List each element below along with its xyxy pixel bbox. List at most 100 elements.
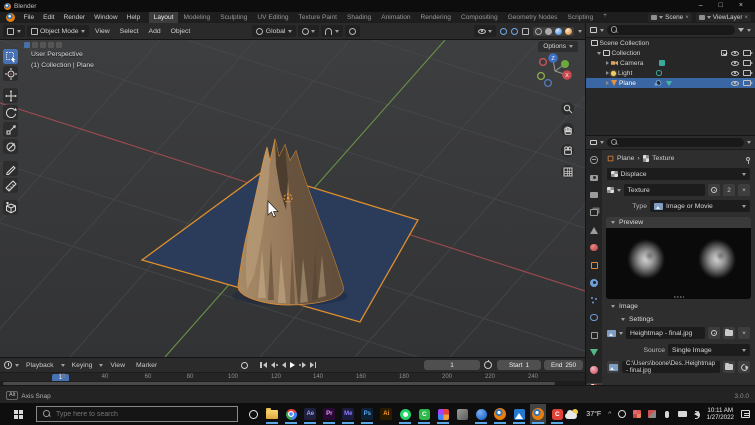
menu-keying[interactable]: Keying	[68, 362, 97, 369]
close-button[interactable]: ×	[739, 0, 743, 12]
stopwatch-icon[interactable]	[484, 359, 492, 369]
menu-window[interactable]: Window	[90, 12, 122, 23]
transform-orientation-dropdown[interactable]: Global	[252, 25, 296, 37]
tab-tool[interactable]	[586, 155, 602, 165]
viewport-3d[interactable]: User Perspective (1) Collection | Plane …	[0, 40, 585, 357]
menu-view[interactable]: View	[91, 28, 114, 35]
disclosure-open-icon[interactable]	[597, 51, 601, 55]
menu-marker[interactable]: Marker	[132, 362, 161, 369]
shading-rendered-icon[interactable]	[565, 27, 572, 35]
app-cortana[interactable]	[245, 404, 261, 424]
shading-material-icon[interactable]	[555, 27, 562, 35]
checkbox-icon[interactable]	[721, 50, 727, 56]
axis-neg-y-ball[interactable]	[536, 71, 546, 81]
tab-material[interactable]	[586, 365, 602, 375]
snapping-toggle[interactable]	[321, 25, 343, 37]
outliner-row-collection[interactable]: Collection	[586, 48, 755, 58]
menu-help[interactable]: Help	[122, 12, 145, 23]
tool-add-cube[interactable]	[3, 200, 18, 215]
previous-keyframe-button[interactable]	[270, 362, 278, 368]
frame-end-field[interactable]: End 250	[544, 360, 583, 370]
disclosure-closed-icon[interactable]	[606, 71, 609, 75]
fake-user-button[interactable]	[708, 327, 720, 339]
axis-neg-z-ball[interactable]	[543, 78, 553, 88]
render-visibility-icon[interactable]	[743, 60, 753, 66]
maximize-button[interactable]: □	[719, 0, 723, 12]
tool-cursor[interactable]	[3, 66, 18, 81]
current-frame-field[interactable]: 1	[424, 360, 480, 370]
navigation-gizmo[interactable]: Z X	[535, 50, 575, 95]
source-dropdown[interactable]: Single Image	[668, 344, 750, 356]
reload-image-button[interactable]	[738, 361, 750, 373]
tab-rendering[interactable]: Rendering	[416, 12, 456, 23]
tray-ring-icon[interactable]	[618, 410, 627, 418]
taskbar-search[interactable]	[36, 406, 239, 422]
play-reverse-button[interactable]	[281, 362, 286, 368]
transform-pivot-dropdown[interactable]	[297, 25, 320, 37]
menu-render[interactable]: Render	[59, 12, 90, 23]
texture-datablock-icon[interactable]	[607, 186, 614, 194]
mini-toggle-icon[interactable]	[40, 42, 46, 48]
hide-eye-icon[interactable]	[731, 80, 739, 86]
app-blender[interactable]	[492, 404, 508, 424]
tool-scale[interactable]	[3, 122, 18, 137]
tray-red-icon[interactable]	[648, 410, 657, 418]
tab-sculpting[interactable]: Sculpting	[215, 12, 252, 23]
image-name-field[interactable]: Heightmap - final.jpg	[626, 327, 705, 339]
preview-panel-header[interactable]: Preview	[606, 217, 751, 228]
texture-type-dropdown[interactable]: Image or Movie	[650, 200, 750, 212]
unlink-button[interactable]: ×	[738, 184, 750, 196]
pan-control[interactable]	[561, 123, 574, 136]
tool-transform[interactable]	[3, 139, 18, 154]
tab-layout[interactable]: Layout	[148, 12, 179, 23]
breadcrumb-object[interactable]: Plane	[617, 155, 634, 162]
chevron-down-icon[interactable]	[578, 29, 582, 33]
app-camtasia-recorder[interactable]: C	[549, 404, 565, 424]
app-premiere[interactable]: Pr	[321, 404, 337, 424]
timeline-ruler[interactable]: 1 40 60 80 100 120 140 160 180 200 220 2…	[0, 372, 585, 382]
mini-toggle-icon[interactable]	[56, 42, 62, 48]
tool-move[interactable]	[3, 88, 18, 103]
menu-object[interactable]: Object	[167, 28, 195, 35]
tray-grid-icon[interactable]	[633, 410, 642, 418]
tab-scripting[interactable]: Scripting	[562, 12, 598, 23]
disclosure-closed-icon[interactable]	[606, 61, 609, 65]
filepath-open-button[interactable]	[723, 361, 735, 373]
tab-particles[interactable]	[586, 295, 602, 305]
mode-dropdown[interactable]: Object Mode	[26, 25, 90, 37]
app-illustrator[interactable]: Ai	[378, 404, 394, 424]
properties-editor-icon[interactable]	[590, 139, 597, 146]
tab-render[interactable]	[586, 173, 602, 183]
tab-uv-editing[interactable]: UV Editing	[252, 12, 293, 23]
menu-select[interactable]: Select	[116, 28, 143, 35]
weather-icon[interactable]	[565, 408, 579, 419]
outliner-display-mode-icon[interactable]	[590, 27, 597, 33]
resize-grip[interactable]	[673, 296, 684, 298]
search-input[interactable]	[56, 410, 216, 418]
tab-object-data[interactable]	[586, 348, 602, 358]
zoom-control[interactable]	[561, 102, 574, 115]
xray-toggle[interactable]	[522, 27, 529, 35]
tab-constraints[interactable]	[586, 330, 602, 340]
app-file-explorer[interactable]	[264, 404, 280, 424]
tool-select-box[interactable]	[3, 49, 18, 64]
app-after-effects[interactable]: Ae	[302, 404, 318, 424]
outliner-search-input[interactable]	[606, 25, 735, 35]
minimize-button[interactable]: –	[699, 0, 703, 12]
mini-toggle-icon[interactable]	[32, 42, 38, 48]
hide-eye-icon[interactable]	[731, 50, 739, 56]
speaker-icon[interactable]	[694, 411, 701, 419]
texture-name-field[interactable]: Texture	[623, 184, 705, 196]
settings-panel-header[interactable]: Settings	[616, 314, 751, 325]
camera-view-control[interactable]	[561, 144, 574, 157]
tool-measure[interactable]	[3, 178, 18, 193]
pin-icon[interactable]	[746, 156, 750, 165]
outliner-row-camera[interactable]: Camera	[586, 58, 755, 68]
tab-shading[interactable]: Shading	[342, 12, 376, 23]
app-camtasia[interactable]: C	[416, 404, 432, 424]
play-button[interactable]	[289, 362, 295, 368]
outliner-row-light[interactable]: Light	[586, 68, 755, 78]
image-browse-button[interactable]	[607, 361, 619, 373]
show-overlays-toggle[interactable]	[511, 27, 518, 35]
chevron-down-icon[interactable]	[747, 141, 751, 144]
